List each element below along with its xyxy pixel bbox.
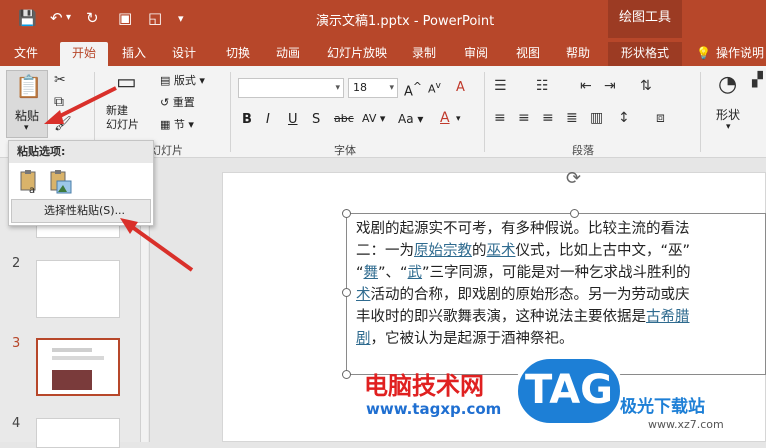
tab-review[interactable]: 审阅: [456, 42, 496, 66]
underline-icon[interactable]: U: [288, 112, 298, 127]
font-size-combo[interactable]: 18 ▾: [348, 78, 398, 98]
tab-home[interactable]: 开始: [60, 42, 108, 66]
tab-slideshow[interactable]: 幻灯片放映: [322, 42, 392, 66]
section-button[interactable]: ▦ 节 ▾: [160, 116, 194, 132]
group-font-label: 字体: [334, 144, 356, 157]
bullets-icon[interactable]: ☰: [494, 78, 507, 94]
clear-format-icon[interactable]: A: [456, 80, 465, 95]
font-name-combo[interactable]: ▾: [238, 78, 344, 98]
tab-animations[interactable]: 动画: [268, 42, 308, 66]
tab-help[interactable]: 帮助: [558, 42, 598, 66]
shapes-icon[interactable]: ◔: [718, 72, 737, 97]
watermark-url: www.tagxp.com: [366, 400, 502, 418]
strikethrough-icon[interactable]: abc: [334, 112, 354, 125]
tab-transitions[interactable]: 切换: [218, 42, 258, 66]
bold-icon[interactable]: B: [242, 112, 252, 127]
align-right-icon[interactable]: ≡: [542, 110, 554, 126]
site-url: www.xz7.com: [648, 418, 724, 431]
tab-shape-format[interactable]: 形状格式: [608, 42, 682, 66]
char-spacing-icon[interactable]: AV ▾: [362, 112, 385, 125]
paste-as-picture-icon[interactable]: [47, 169, 73, 195]
increase-font-icon[interactable]: A^: [404, 80, 422, 99]
slide-paragraph[interactable]: 戏剧的起源实不可考，有多种假说。比较主流的看法 二：一为原始宗教的巫术仪式，比如…: [356, 218, 766, 350]
outdent-icon[interactable]: ⇥: [604, 78, 616, 94]
window-title: 演示文稿1.pptx - PowerPoint: [316, 14, 495, 29]
italic-icon[interactable]: I: [266, 112, 270, 127]
paste-keep-text-icon[interactable]: a: [17, 169, 43, 196]
shapes-dropdown-icon[interactable]: ▾: [726, 122, 731, 132]
resize-handle[interactable]: [342, 370, 351, 379]
tab-insert[interactable]: 插入: [114, 42, 154, 66]
line-spacing-icon[interactable]: ↕: [618, 110, 630, 126]
tab-file[interactable]: 文件: [6, 42, 46, 66]
customize-qat-icon[interactable]: ▾: [178, 12, 184, 25]
group-paragraph-label: 段落: [572, 144, 594, 157]
shapes-button[interactable]: 形状: [716, 106, 740, 123]
tab-record[interactable]: 录制: [404, 42, 444, 66]
clipboard-icon: 📋: [15, 75, 43, 100]
font-color-dropdown-icon[interactable]: ▾: [456, 114, 461, 124]
numbering-icon[interactable]: ☷: [536, 78, 549, 94]
justify-icon[interactable]: ≣: [566, 110, 578, 126]
thumbnail-image: [52, 370, 92, 390]
site-logo-text: 极光下载站: [620, 397, 705, 417]
thumbnail-number: 4: [12, 416, 21, 431]
tab-tell-me[interactable]: 操作说明: [716, 42, 766, 66]
lightbulb-icon: 💡: [696, 46, 711, 60]
thumbnail-3-selected[interactable]: [36, 338, 120, 396]
text-direction-icon[interactable]: ⇅: [640, 78, 652, 94]
redo-icon[interactable]: ↻: [86, 9, 99, 27]
reset-button[interactable]: ↺ 重置: [160, 94, 195, 110]
svg-text:a: a: [29, 185, 35, 195]
present-icon[interactable]: ▣: [118, 9, 132, 27]
undo-dropdown-icon[interactable]: ▾: [66, 12, 71, 23]
font-color-icon[interactable]: A: [440, 110, 450, 126]
preview-icon[interactable]: ◱: [148, 9, 162, 27]
change-case-icon[interactable]: Aa ▾: [398, 112, 423, 126]
title-bar: 💾 ↶ ▾ ↻ ▣ ◱ ▾ 演示文稿1.pptx - PowerPoint 绘图…: [0, 0, 766, 38]
resize-handle[interactable]: [342, 288, 351, 297]
align-center-icon[interactable]: ≡: [518, 110, 530, 126]
distribute-icon[interactable]: ▥: [590, 110, 603, 126]
tab-design[interactable]: 设计: [164, 42, 204, 66]
rotate-handle-icon[interactable]: ⟳: [566, 168, 581, 189]
layout-button[interactable]: ▤ 版式 ▾: [160, 72, 205, 88]
resize-handle[interactable]: [570, 209, 579, 218]
align-left-icon[interactable]: ≡: [494, 110, 506, 126]
thumbnail-4[interactable]: [36, 418, 120, 448]
annotation-arrow: [44, 86, 117, 124]
context-tool-label: 绘图工具: [608, 0, 682, 38]
watermark-text: 电脑技术网: [364, 372, 484, 400]
ribbon-tabs: 文件 开始 插入 设计 切换 动画 幻灯片放映 录制 审阅 视图 帮助 形状格式…: [0, 38, 766, 66]
thumbnail-2[interactable]: [36, 260, 120, 318]
thumbnail-number: 2: [12, 256, 21, 271]
tag-logo: TAG: [514, 355, 624, 427]
resize-handle[interactable]: [342, 209, 351, 218]
arrange-icon[interactable]: ▞: [752, 72, 763, 88]
decrease-font-icon[interactable]: Av: [428, 80, 441, 96]
shadow-icon[interactable]: S: [312, 112, 320, 127]
tab-view[interactable]: 视图: [508, 42, 548, 66]
save-icon[interactable]: 💾: [18, 9, 37, 27]
paste-options-header: 粘贴选项:: [9, 141, 153, 163]
convert-smartart-icon[interactable]: ⧈: [656, 110, 665, 126]
thumbnail-number: 3: [12, 336, 21, 351]
indent-icon[interactable]: ⇤: [580, 78, 592, 94]
undo-icon[interactable]: ↶: [50, 9, 63, 27]
annotation-arrow: [120, 218, 194, 272]
paste-label: 粘贴: [15, 109, 40, 123]
paste-dropdown-icon: ▾: [24, 123, 29, 133]
group-slides-label: 幻灯片: [150, 144, 183, 157]
